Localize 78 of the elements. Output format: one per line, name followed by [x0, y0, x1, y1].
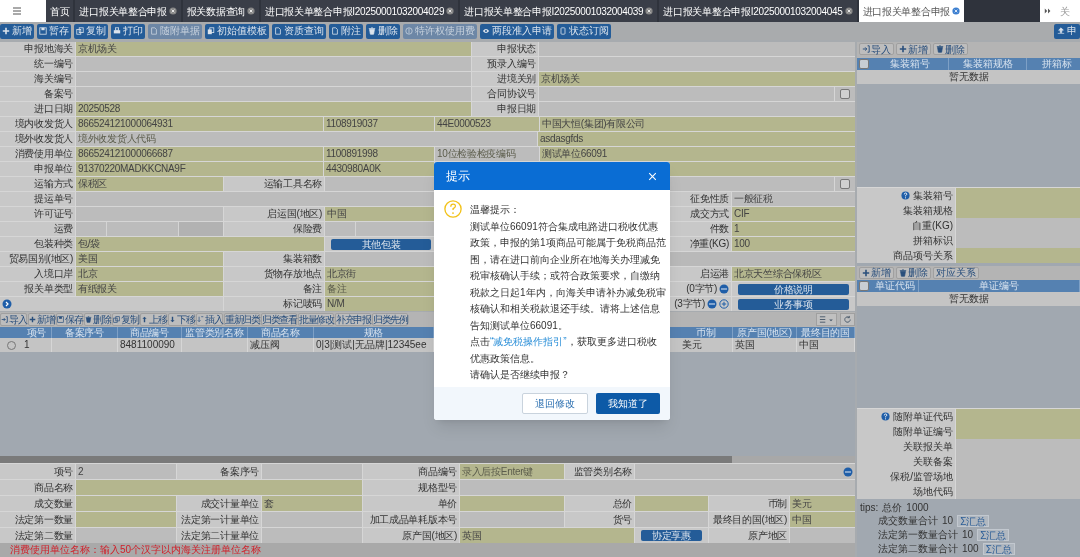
field-label: 规格型号: [363, 480, 459, 495]
field-label: 提运单号: [0, 192, 75, 206]
field-label: 进境关别: [472, 72, 538, 86]
field-label: 货号: [565, 512, 634, 527]
field-label: 进口日期: [0, 102, 75, 116]
field-label: 原产国(地区): [363, 528, 459, 543]
field-label: 入境口岸: [0, 267, 75, 281]
sum-label: 法定第二数量合计: [878, 542, 958, 556]
dialog-title: 提示: [446, 168, 470, 185]
field-label: 备案号: [0, 87, 75, 101]
field-label: 法定第二计量单位: [177, 528, 261, 543]
total-label: 总价: [882, 500, 903, 515]
field-label: 单价: [363, 496, 459, 511]
field-label: 运费: [0, 222, 75, 236]
field-label: 法定第一计量单位: [177, 512, 261, 527]
field-label: 海关编号: [0, 72, 75, 86]
tips-label: tips:: [860, 500, 879, 515]
field-label: 标记唛码: [224, 297, 324, 311]
sum-label: 成交数量合计: [878, 514, 938, 528]
field-label: 境内收发货人: [0, 117, 75, 131]
field-label: 项号: [0, 464, 75, 479]
byte-counter: (0字节): [686, 282, 717, 296]
field-label: 备案序号: [177, 464, 261, 479]
field-label: 消费使用单位: [0, 147, 75, 161]
field-label: 监管类别名称: [565, 464, 634, 479]
dialog-question: 请确认是否继续申报？: [470, 368, 571, 382]
dialog-guide: 点击“减免税操作指引”，获取更多进口税收优惠政策信息。: [470, 335, 658, 366]
field-label: 成交数量: [0, 496, 75, 511]
field-label: 申报日期: [472, 102, 538, 116]
field-label: 申报地海关: [0, 42, 75, 56]
dialog-heading: 温馨提示：: [470, 203, 521, 217]
field-label: 贸易国别(地区): [0, 252, 75, 266]
field-label: 启运国(地区): [224, 207, 324, 221]
field-label: 包装种类: [0, 237, 75, 251]
field-label: 拼箱标识: [913, 233, 953, 248]
field-label: 关联报关单: [903, 440, 953, 454]
field-label: 关联备案: [913, 455, 953, 469]
field-label: 合同协议号: [472, 87, 538, 101]
field-label: 保税/监管场地: [890, 470, 953, 484]
total-value: 1000: [906, 500, 929, 515]
field-label: 法定第二数量: [0, 528, 75, 543]
empty-message: 暂无数据: [948, 70, 989, 84]
field-label: 统一编号: [0, 57, 75, 71]
field-label: 集装箱号: [913, 188, 953, 203]
field-label: 集装箱规格: [903, 203, 953, 218]
field-label: 成交计量单位: [177, 496, 261, 511]
field-label: 原产地区: [709, 528, 789, 543]
field-label: 申报状态: [472, 42, 538, 56]
field-label: 预录入编号: [472, 57, 538, 71]
field-label: 运输工具名称: [224, 177, 324, 191]
field-label: 币制: [709, 496, 789, 511]
field-label: 商品项号关系: [893, 248, 953, 263]
field-label: 运输方式: [0, 177, 75, 191]
field-label: 货物存放地点: [224, 267, 324, 281]
field-label: 集装箱数: [224, 252, 324, 266]
field-label: 许可证号: [0, 207, 75, 221]
field-label: 商品编号: [363, 464, 459, 479]
hint-text: 消费使用单位名称：输入50个汉字以内海关注册单位名称: [0, 543, 855, 557]
field-label: 随附单证代码: [893, 410, 953, 424]
field-label: 总价: [565, 496, 634, 511]
field-label: 最终目的国(地区): [709, 512, 789, 527]
field-label: 境外收发货人: [0, 132, 75, 146]
sum-value: 10: [942, 514, 954, 528]
field-label: 随附单证编号: [893, 425, 953, 439]
field-label: 商品名称: [0, 480, 75, 495]
sum-value: 100: [962, 542, 979, 556]
field-label: 自重(KG): [911, 218, 953, 233]
byte-counter: (3字节): [674, 297, 705, 311]
field-label: 报关单类型: [0, 282, 75, 296]
sum-label: 法定第一数量合计: [878, 528, 958, 542]
field-label: 场地代码: [913, 485, 953, 499]
field-label: 备注: [224, 282, 324, 296]
field-label: 保险费: [224, 222, 324, 236]
field-label: 申报单位: [0, 162, 75, 176]
empty-message: 暂无数据: [948, 291, 989, 306]
field-label: 加工成品单耗版本号: [363, 512, 459, 527]
field-label: 法定第一数量: [0, 512, 75, 527]
sum-value: 10: [962, 528, 974, 542]
